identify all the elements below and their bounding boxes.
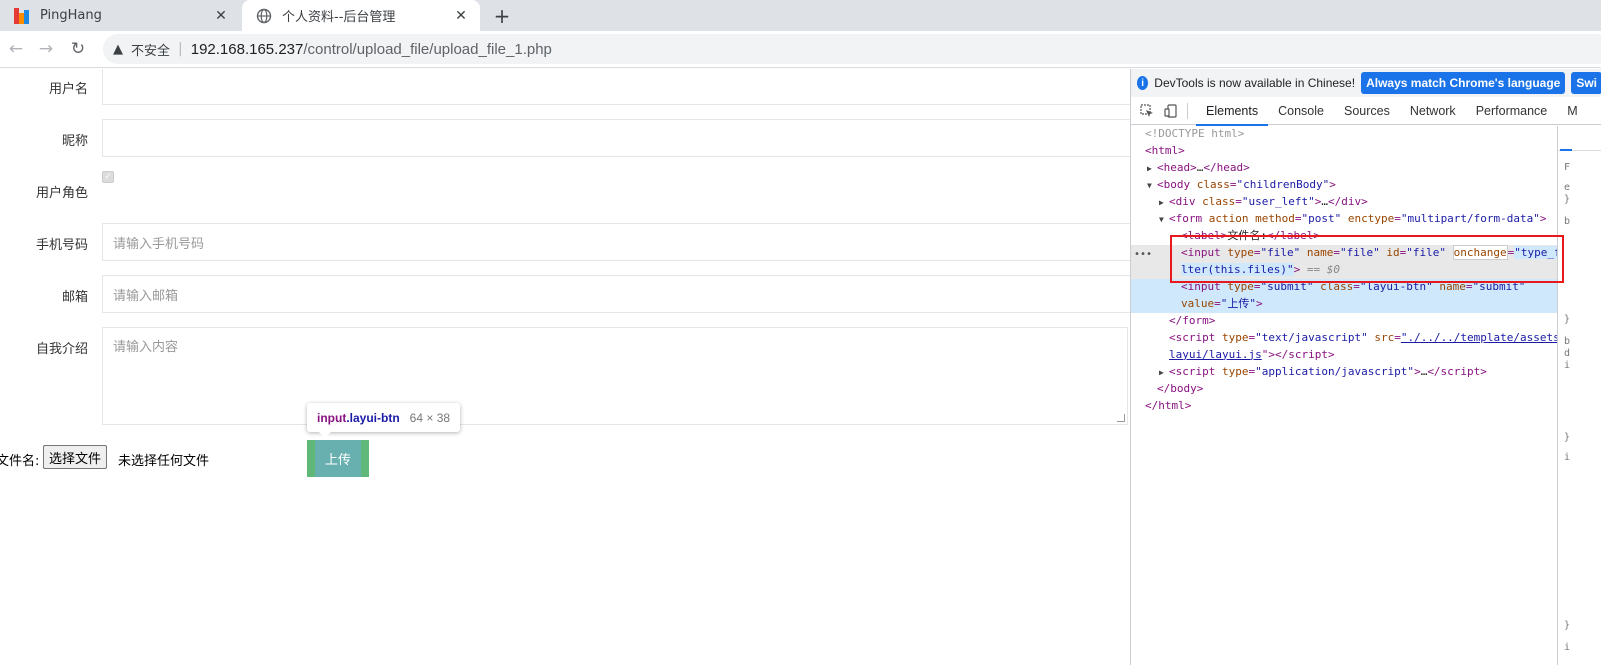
nickname-input[interactable] <box>102 119 1130 157</box>
tab-performance[interactable]: Performance <box>1466 97 1558 125</box>
dom-node[interactable]: </form> <box>1131 313 1557 330</box>
dom-node[interactable]: ▼ <form action method="post" enctype="mul… <box>1131 211 1557 229</box>
intro-label: 自我介绍 <box>35 342 88 357</box>
globe-icon <box>256 8 272 24</box>
dom-node[interactable]: ▶ <div class="user_left">…</div> <box>1131 194 1557 212</box>
dom-node[interactable]: ▼ <body class="childrenBody"> <box>1131 177 1557 195</box>
reload-icon[interactable]: ↻ <box>66 37 90 61</box>
forward-arrow-icon[interactable]: → <box>34 37 58 61</box>
role-label: 用户角色 <box>35 186 88 201</box>
tooltip-size: 64 × 38 <box>409 410 451 425</box>
dom-node[interactable]: ▶ <script type="application/javascript">…… <box>1131 364 1557 382</box>
dom-node[interactable]: </body> <box>1131 381 1557 398</box>
dom-node[interactable]: <script type="text/javascript" src="./..… <box>1131 330 1566 364</box>
email-input[interactable]: 请输入邮箱 <box>102 275 1130 313</box>
inspect-tooltip: input.layui-btn 64 × 38 <box>307 403 461 438</box>
address-separator: | <box>178 41 183 57</box>
match-language-button[interactable]: Always match Chrome's language <box>1361 72 1566 94</box>
browser-tab-strip: PingHang ✕ 个人资料--后台管理 ✕ + <box>0 0 1601 31</box>
no-file-text: 未选择任何文件 <box>118 454 210 469</box>
new-tab-button[interactable]: + <box>490 4 514 28</box>
devtools-panel: i DevTools is now available in Chinese! … <box>1130 69 1601 665</box>
phone-label: 手机号码 <box>35 238 88 253</box>
url-path: /control/upload_file/upload_file_1.php <box>303 40 552 58</box>
devtools-tabs: Elements Console Sources Network Perform… <box>1131 97 1601 126</box>
tab-title: 个人资料--后台管理 <box>282 10 396 25</box>
infobar-text: DevTools is now available in Chinese! <box>1154 76 1356 90</box>
username-input[interactable] <box>102 69 1130 105</box>
tab-pinghang[interactable]: PingHang ✕ <box>0 0 240 31</box>
address-bar[interactable]: ▲ 不安全 | 192.168.165.237/control/upload_f… <box>103 34 1601 64</box>
tab-elements[interactable]: Elements <box>1196 97 1269 126</box>
url-host: 192.168.165.237 <box>190 40 304 58</box>
page-content: 用户名 昵称 用户角色 ✓ 手机号码 请输入手机号码 邮箱 请输入邮箱 自我介绍… <box>0 69 1130 665</box>
back-arrow-icon[interactable]: ← <box>4 37 28 61</box>
warning-triangle-icon[interactable]: ▲ <box>113 42 123 57</box>
role-checkbox[interactable]: ✓ <box>102 171 114 183</box>
info-icon: i <box>1137 76 1149 90</box>
tab-console[interactable]: Console <box>1268 97 1334 125</box>
tab-profile[interactable]: 个人资料--后台管理 ✕ <box>242 0 480 31</box>
dom-node[interactable]: <input type="submit" class="layui-btn" n… <box>1131 279 1557 313</box>
pinghang-logo-icon <box>14 7 30 24</box>
choose-file-button[interactable]: 选择文件 <box>43 445 108 469</box>
resize-grip-icon[interactable] <box>1117 414 1125 422</box>
phone-input[interactable]: 请输入手机号码 <box>102 223 1130 261</box>
username-label: 用户名 <box>48 82 88 97</box>
tab-title: PingHang <box>40 8 102 23</box>
file-label: 文件名: <box>0 454 40 469</box>
browser-toolbar: ← → ↻ ▲ 不安全 | 192.168.165.237/control/up… <box>0 31 1601 68</box>
tab-network[interactable]: Network <box>1400 97 1466 125</box>
close-tab-icon[interactable]: ✕ <box>452 7 470 25</box>
dom-node[interactable]: </html> <box>1131 398 1557 415</box>
inspect-element-icon[interactable] <box>1139 103 1155 119</box>
switch-language-button[interactable]: Swi <box>1571 72 1601 94</box>
devtools-infobar: i DevTools is now available in Chinese! … <box>1131 69 1601 97</box>
styles-side-pane: F e } b } b d i } i } i <box>1557 126 1601 665</box>
elements-tree: <!DOCTYPE html> <html> ▶ <head>…</head> ▼… <box>1131 126 1568 665</box>
upload-button[interactable]: 上传 <box>307 440 369 477</box>
insecure-label[interactable]: 不安全 <box>131 40 170 59</box>
intro-textarea[interactable]: 请输入内容 <box>102 327 1128 425</box>
intro-placeholder: 请输入内容 <box>113 340 179 355</box>
close-tab-icon[interactable]: ✕ <box>212 7 230 25</box>
tab-sources[interactable]: Sources <box>1334 97 1400 125</box>
tooltip-selector: input.layui-btn <box>317 410 400 425</box>
tab-more[interactable]: M <box>1557 97 1587 125</box>
device-toggle-icon[interactable] <box>1163 103 1179 119</box>
highlight-box <box>1170 235 1564 283</box>
dom-node[interactable]: <html> <box>1131 143 1557 160</box>
dom-node[interactable]: ▶ <head>…</head> <box>1131 160 1557 178</box>
dom-node[interactable]: <!DOCTYPE html> <box>1131 126 1557 143</box>
more-dots-icon[interactable]: ••• <box>1134 247 1152 264</box>
nickname-label: 昵称 <box>61 134 88 149</box>
email-label: 邮箱 <box>61 290 88 305</box>
